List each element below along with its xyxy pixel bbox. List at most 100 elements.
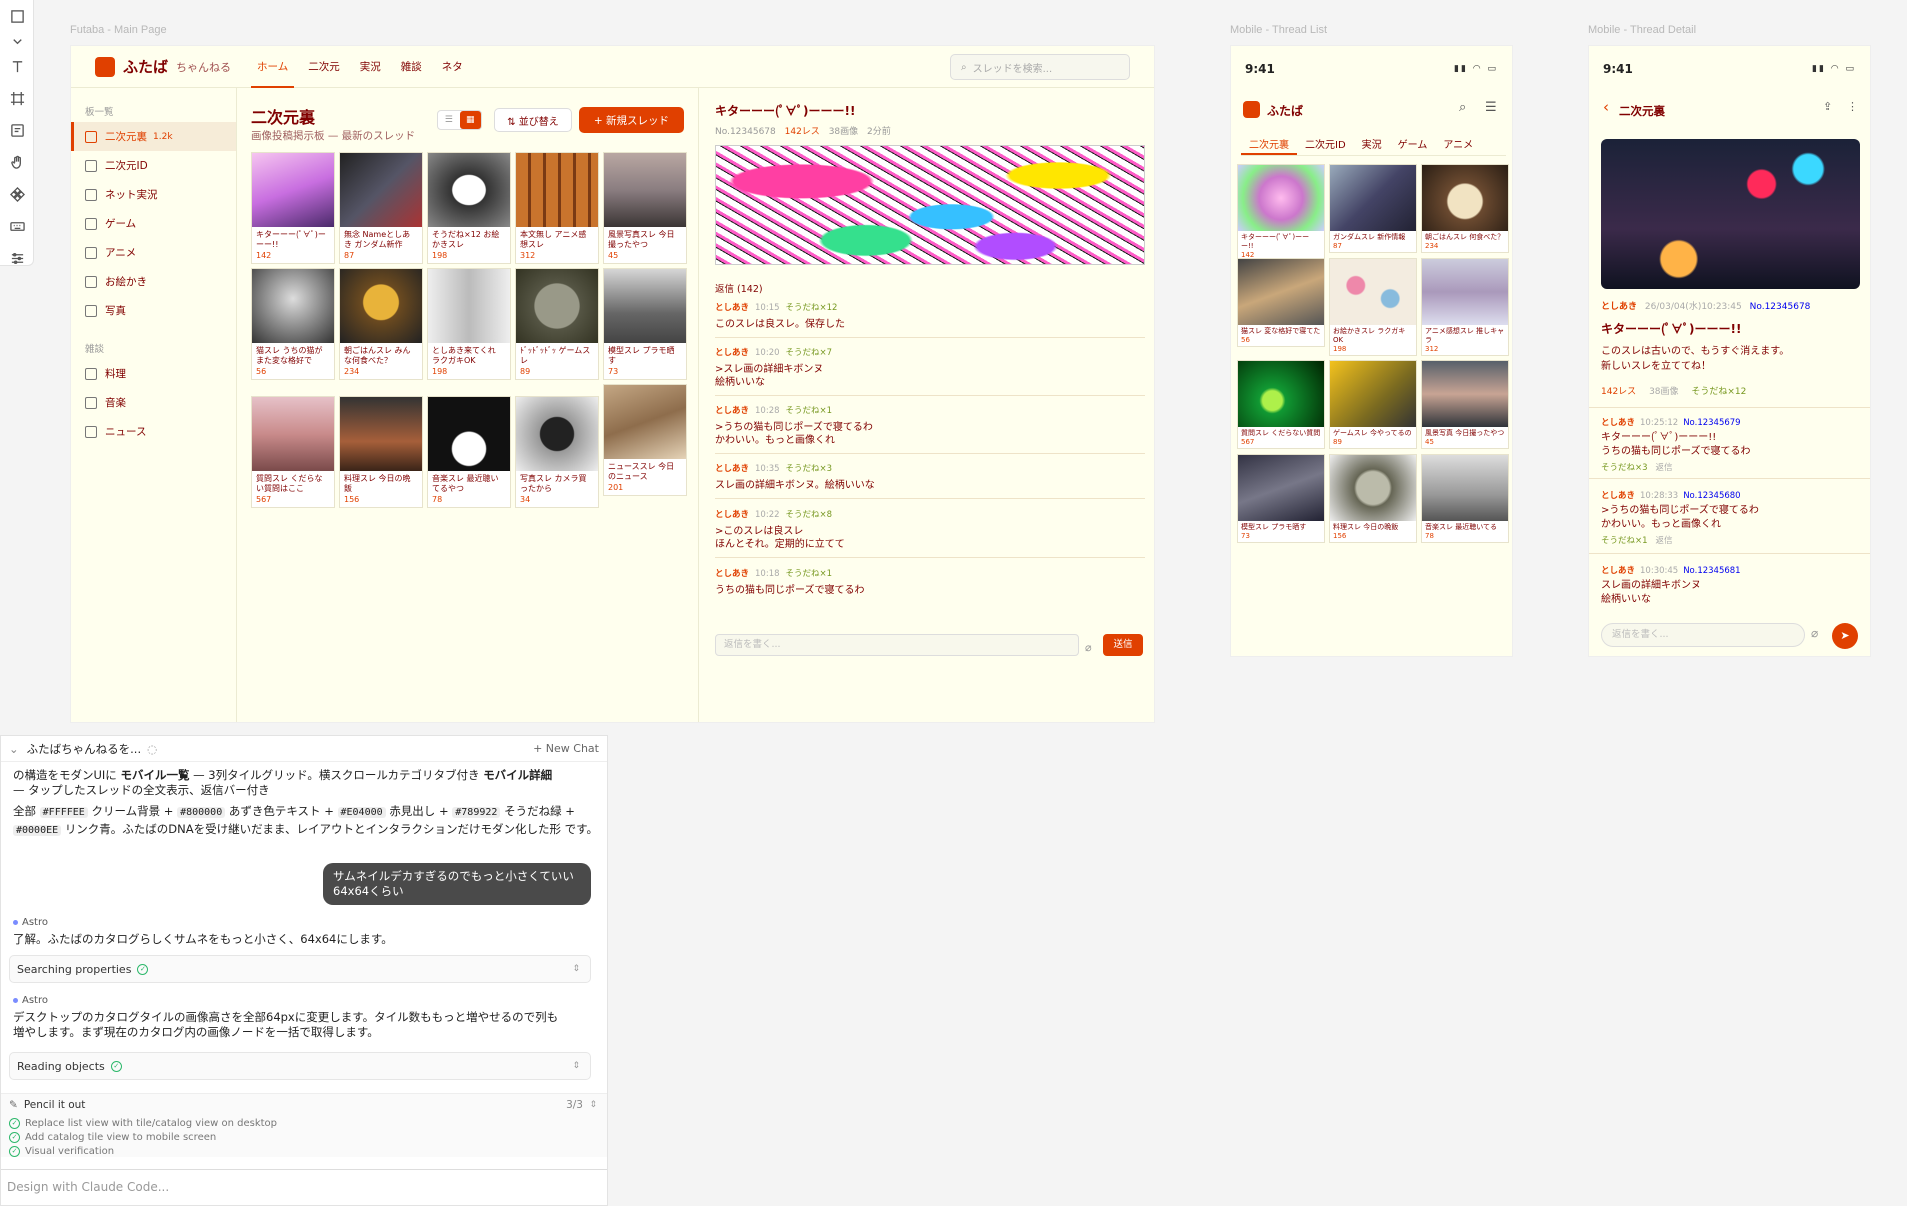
chat-input[interactable]: Design with Claude Code... (1, 1169, 607, 1205)
search-input[interactable]: ⌕ スレッドを検索... (950, 54, 1130, 80)
catalog-tile[interactable]: ニューススレ 今日のニュース 201 (603, 384, 687, 496)
nav-tab-zatsudan[interactable]: 雑談 (391, 46, 432, 88)
reply-name[interactable]: としあき (715, 348, 749, 358)
frame-icon[interactable] (0, 82, 34, 114)
catalog-tile[interactable]: ﾄﾞｯﾄﾞｯﾄﾞｯ ゲームスレ 89 (515, 268, 599, 380)
tab-jikkyo[interactable]: 実況 (1354, 136, 1390, 155)
reply-input[interactable]: 返信を書く... (1601, 623, 1805, 647)
sidebar-item-anime[interactable]: アニメ (71, 238, 236, 267)
catalog-tile[interactable]: そうだね×12 お絵かきスレ 198 (427, 152, 511, 264)
catalog-tile[interactable]: アニメ感想スレ 推しキャラ 312 (1421, 258, 1509, 356)
component-icon[interactable] (0, 178, 34, 210)
tab-anime[interactable]: アニメ (1435, 136, 1481, 155)
reply-name[interactable]: としあき (1601, 418, 1635, 428)
reply-name[interactable]: としあき (715, 303, 749, 313)
attach-icon[interactable]: ⌀ (1811, 626, 1818, 640)
chevron-down-icon[interactable]: ⌄ (9, 742, 19, 756)
new-chat-button[interactable]: + New Chat (533, 742, 599, 755)
sliders-icon[interactable] (0, 242, 34, 274)
catalog-tile[interactable]: お絵かきスレ ラクガキOK 198 (1329, 258, 1417, 356)
sodane-button[interactable]: そうだね×7 (786, 348, 833, 358)
reply-name[interactable]: としあき (715, 406, 749, 416)
reply-input[interactable]: 返信を書く... (715, 634, 1079, 656)
tab-nijiura[interactable]: 二次元裏 (1241, 136, 1297, 155)
catalog-tile[interactable]: 質問スレ くだらない質問 567 (1237, 360, 1325, 449)
reply-name[interactable]: としあき (1601, 566, 1635, 576)
keyboard-icon[interactable] (0, 210, 34, 242)
hand-icon[interactable] (0, 146, 34, 178)
reply-name[interactable]: としあき (715, 510, 749, 520)
reply-name[interactable]: としあき (715, 569, 749, 579)
search-icon[interactable]: ⌕ (1459, 100, 1466, 115)
nav-tab-home[interactable]: ホーム (247, 46, 298, 88)
op-no[interactable]: No.12345678 (1750, 302, 1811, 312)
menu-icon[interactable]: ☰ (1485, 100, 1497, 115)
site-logo[interactable]: ふたば (123, 56, 168, 77)
catalog-tile[interactable]: ゲームスレ 今やってるの 89 (1329, 360, 1417, 449)
nav-tab-jikkyo[interactable]: 実況 (350, 46, 391, 88)
send-icon[interactable]: ➤ (1832, 623, 1858, 649)
frame-label-mobile-list[interactable]: Mobile - Thread List (1230, 24, 1327, 36)
catalog-tile[interactable]: 朝ごはんスレ 何食べた？ 234 (1421, 164, 1509, 253)
share-icon[interactable]: ⇪ (1823, 100, 1832, 113)
tool-call-searching[interactable]: Searching properties ✓ ⇕ (9, 955, 591, 983)
catalog-tile[interactable]: キターーー(ﾟ∀ﾟ)ーーー!! 142 (1237, 164, 1325, 262)
sodane-button[interactable]: そうだね×12 (786, 303, 838, 313)
mobile-logo[interactable]: ふたば (1267, 102, 1303, 119)
sidebar-item-photo[interactable]: 写真 (71, 296, 236, 325)
frame-label-mobile-detail[interactable]: Mobile - Thread Detail (1588, 24, 1696, 36)
catalog-tile[interactable]: としあき来てくれ ラクガキOK 198 (427, 268, 511, 380)
catalog-tile[interactable]: 猫スレ うちの猫がまた変な格好で 56 (251, 268, 335, 380)
thread-image[interactable] (715, 145, 1145, 265)
catalog-tile[interactable]: 質問スレ くだらない質問はここ 567 (251, 396, 335, 508)
sidebar-item-nijiid[interactable]: 二次元ID (71, 151, 236, 180)
sodane-button[interactable]: そうだね×1 (1601, 536, 1648, 546)
catalog-tile[interactable]: 本文無し アニメ感想スレ 312 (515, 152, 599, 264)
reply-action[interactable]: 返信 (1656, 536, 1673, 546)
sidebar-item-net-jikkyo[interactable]: ネット実況 (71, 180, 236, 209)
sidebar-item-news[interactable]: ニュース (71, 417, 236, 446)
reply-action[interactable]: 返信 (1656, 463, 1673, 473)
catalog-tile[interactable]: 料理スレ 今日の晩飯 156 (339, 396, 423, 508)
sidebar-item-cooking[interactable]: 料理 (71, 359, 236, 388)
list-view-button[interactable]: ☰ (438, 111, 460, 129)
attach-icon[interactable]: ⌀ (1085, 641, 1092, 654)
catalog-tile[interactable]: 無念 Nameとしあき ガンダム新作 87 (339, 152, 423, 264)
nav-tab-neta[interactable]: ネタ (432, 46, 473, 88)
reply-name[interactable]: としあき (715, 464, 749, 474)
catalog-tile[interactable]: 音楽スレ 最近聴いてるやつ 78 (427, 396, 511, 508)
sidebar-item-game[interactable]: ゲーム (71, 209, 236, 238)
frame-label-main[interactable]: Futaba - Main Page (70, 24, 167, 36)
sodane-button[interactable]: そうだね×8 (786, 510, 833, 520)
sodane-button[interactable]: そうだね×1 (786, 406, 833, 416)
sodane-button[interactable]: そうだね×3 (1601, 463, 1648, 473)
catalog-tile[interactable]: 料理スレ 今日の晩飯 156 (1329, 454, 1417, 543)
catalog-tile[interactable]: 模型スレ プラモ晒す 73 (603, 268, 687, 380)
catalog-tile[interactable]: 風景写真スレ 今日撮ったやつ 45 (603, 152, 687, 264)
text-icon[interactable] (0, 50, 34, 82)
grid-view-button[interactable]: ▦ (459, 111, 481, 129)
back-icon[interactable]: ‹ (1603, 98, 1609, 116)
plan-header[interactable]: ✎ Pencil it out 3/3 ⇕ (1, 1094, 607, 1116)
catalog-tile[interactable]: 朝ごはんスレ みんな何食べた？ 234 (339, 268, 423, 380)
new-thread-button[interactable]: + 新規スレッド (579, 107, 684, 133)
tab-nijiid[interactable]: 二次元ID (1297, 136, 1354, 155)
reply-no[interactable]: No.12345680 (1683, 491, 1740, 501)
catalog-tile[interactable]: ガンダムスレ 新作情報 87 (1329, 164, 1417, 253)
op-image[interactable] (1601, 139, 1860, 289)
sidebar-item-oekaki[interactable]: お絵かき (71, 267, 236, 296)
chevron-down-icon[interactable] (0, 32, 34, 50)
catalog-tile[interactable]: 風景写真 今日撮ったやつ 45 (1421, 360, 1509, 449)
sort-button[interactable]: ⇅ 並び替え (494, 108, 572, 132)
more-icon[interactable]: ⋮ (1847, 100, 1858, 113)
tool-call-reading[interactable]: Reading objects ✓ ⇕ (9, 1052, 591, 1080)
sodane-button[interactable]: そうだね×1 (786, 569, 833, 579)
op-name[interactable]: としあき (1601, 302, 1637, 312)
nav-tab-nijigen[interactable]: 二次元 (298, 46, 350, 88)
catalog-tile[interactable]: 模型スレ プラモ晒す 73 (1237, 454, 1325, 543)
sodane-button[interactable]: そうだね×12 (1691, 387, 1746, 397)
sidebar-item-music[interactable]: 音楽 (71, 388, 236, 417)
sidebar-item-nijiura[interactable]: 二次元裏 1.2k (71, 122, 236, 151)
catalog-tile[interactable]: 音楽スレ 最近聴いてる 78 (1421, 454, 1509, 543)
reply-no[interactable]: No.12345681 (1683, 566, 1740, 576)
